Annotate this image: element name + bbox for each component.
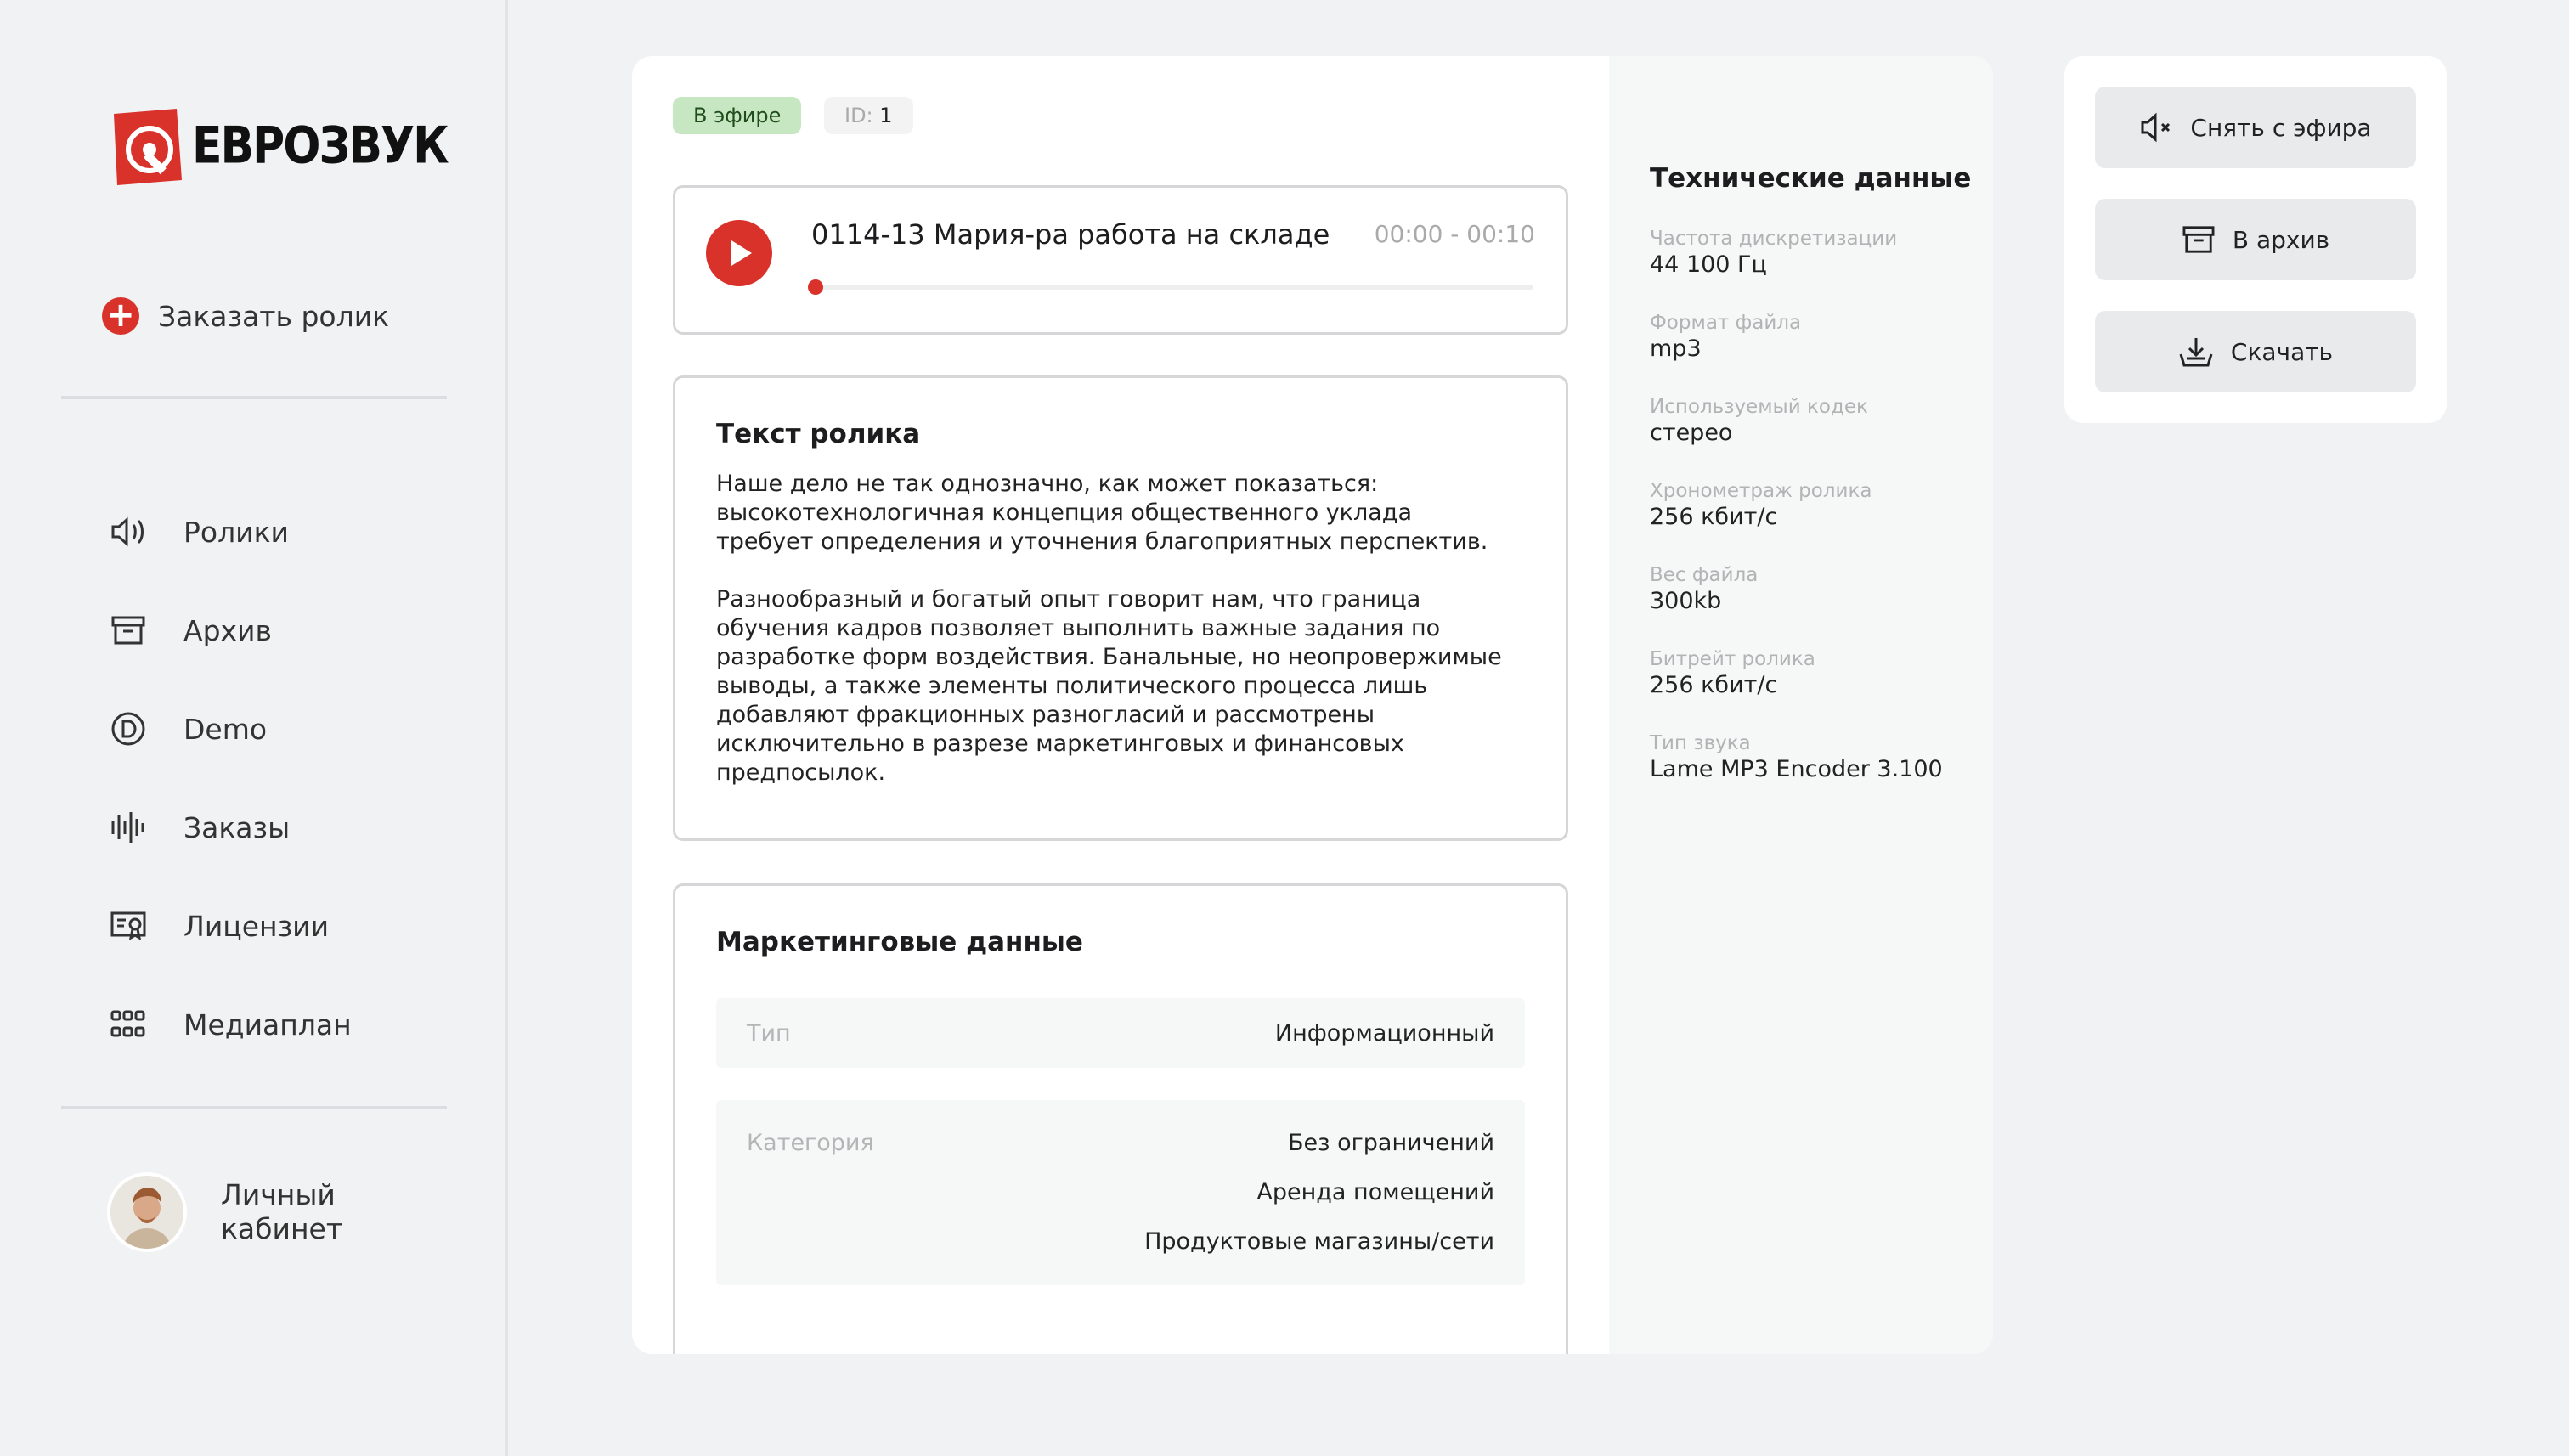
tech-item: Битрейт ролика 256 кбит/с [1650, 648, 1943, 732]
order-clip-label: Заказать ролик [158, 299, 390, 333]
logo-icon [114, 109, 182, 185]
clip-details-card: В эфире ID: 1 0114-13 Мария-ра работа на… [632, 56, 1993, 1354]
download-icon [2179, 338, 2213, 367]
mute-icon [2141, 112, 2171, 143]
tech-item: Хронометраж ролика 256 кбит/с [1650, 480, 1943, 564]
brand-name: ЕВРОЗВУК [192, 116, 449, 176]
nav-label: Лицензии [184, 909, 330, 943]
tech-label: Используемый кодек [1650, 396, 1868, 418]
category-label: Категория [747, 1130, 874, 1156]
tech-label: Битрейт ролика [1650, 648, 1815, 670]
avatar [107, 1172, 187, 1252]
demo-icon [107, 708, 150, 750]
clip-content: В эфире ID: 1 0114-13 Мария-ра работа на… [632, 56, 1609, 1354]
tech-label: Частота дискретизации [1650, 228, 1898, 250]
nav-label: Ролики [184, 515, 290, 549]
archive-icon [107, 609, 150, 652]
tech-value: 44 100 Гц [1650, 251, 1767, 278]
order-clip-button[interactable]: + Заказать ролик [102, 297, 389, 335]
tech-value: mp3 [1650, 336, 1702, 362]
sidebar: ЕВРОЗВУК + Заказать ролик Ролики Архив D… [0, 0, 508, 1456]
tech-value: Lame MP3 Encoder 3.100 [1650, 756, 1943, 782]
category-value: Аренда помещений [1256, 1179, 1494, 1205]
nav-item-clips[interactable]: Ролики [107, 483, 352, 581]
tech-title: Технические данные [1650, 163, 1972, 194]
main-nav: Ролики Архив Demo Заказы Лицензии Медиап… [107, 483, 352, 1074]
section-title: Маркетинговые данные [716, 927, 1083, 957]
type-label: Тип [747, 1019, 791, 1047]
category-value: Продуктовые магазины/сети [1144, 1228, 1494, 1255]
nav-label: Demo [184, 712, 268, 746]
tech-panel: Технические данные Частота дискретизации… [1609, 56, 1993, 1354]
tech-label: Вес файла [1650, 564, 1759, 586]
progress-knob[interactable] [808, 279, 823, 295]
download-label: Скачать [2230, 337, 2334, 366]
nav-item-licenses[interactable]: Лицензии [107, 877, 352, 975]
nav-label: Архив [184, 613, 272, 647]
certificate-icon [107, 905, 150, 947]
divider [61, 396, 447, 399]
download-button[interactable]: Скачать [2095, 311, 2416, 392]
nav-label: Медиаплан [184, 1007, 352, 1041]
clip-text-section: Текст ролика Наше дело не так однозначно… [673, 375, 1568, 841]
brand-logo[interactable]: ЕВРОЗВУК [107, 105, 449, 187]
category-values: Без ограничений Аренда помещений Продукт… [1144, 1119, 1494, 1267]
waveform-icon [107, 806, 150, 849]
tech-item: Вес файла 300kb [1650, 564, 1943, 648]
nav-item-orders[interactable]: Заказы [107, 778, 352, 877]
tech-list: Частота дискретизации 44 100 Гц Формат ф… [1650, 228, 1943, 816]
profile-link[interactable]: Личный кабинет [107, 1172, 357, 1252]
nav-label: Заказы [184, 810, 291, 844]
paragraph: Наше дело не так однозначно, как может п… [716, 471, 1488, 555]
id-value: 1 [879, 104, 893, 127]
tech-item: Формат файла mp3 [1650, 312, 1943, 396]
divider [61, 1106, 447, 1109]
tech-item: Частота дискретизации 44 100 Гц [1650, 228, 1943, 312]
archive-label: В архив [2232, 225, 2330, 254]
nav-item-demo[interactable]: Demo [107, 680, 352, 778]
plus-icon: + [102, 297, 139, 335]
category-value: Без ограничений [1288, 1130, 1494, 1156]
id-badge: ID: 1 [824, 97, 913, 134]
tech-item: Тип звука Lame MP3 Encoder 3.100 [1650, 732, 1943, 816]
speaker-icon [107, 511, 150, 553]
track-time: 00:00 - 00:10 [1374, 220, 1535, 248]
archive-icon [2182, 226, 2215, 253]
marketing-section: Маркетинговые данные Тип Информационный … [673, 883, 1568, 1354]
actions-panel: Снять с эфира В архив Скачать [2064, 56, 2447, 423]
track-title: 0114-13 Мария-ра работа на складе [811, 218, 1330, 251]
tech-label: Хронометраж ролика [1650, 480, 1872, 502]
unpublish-button[interactable]: Снять с эфира [2095, 87, 2416, 168]
play-button[interactable] [706, 220, 772, 286]
nav-item-mediaplan[interactable]: Медиаплан [107, 975, 352, 1074]
nav-item-archive[interactable]: Архив [107, 581, 352, 680]
profile-label: Личный кабинет [221, 1178, 343, 1245]
id-label: ID: [844, 104, 873, 127]
paragraph: Разнообразный и богатый опыт говорит нам… [716, 586, 1502, 786]
tech-item: Используемый кодек стерео [1650, 396, 1943, 480]
audio-player: 0114-13 Мария-ра работа на складе 00:00 … [673, 185, 1568, 335]
tech-value: 256 кбит/с [1650, 504, 1778, 530]
grid-icon [107, 1003, 150, 1046]
progress-bar[interactable] [808, 279, 1533, 295]
section-title: Текст ролика [716, 419, 921, 449]
tech-value: стерео [1650, 420, 1733, 446]
tech-value: 256 кбит/с [1650, 672, 1778, 698]
tech-label: Тип звука [1650, 732, 1751, 754]
tech-value: 300kb [1650, 588, 1722, 614]
type-row: Тип Информационный [716, 998, 1525, 1068]
archive-button[interactable]: В архив [2095, 199, 2416, 280]
unpublish-label: Снять с эфира [2190, 113, 2372, 142]
category-row: Категория Без ограничений Аренда помещен… [716, 1100, 1525, 1285]
type-value: Информационный [1274, 1019, 1494, 1047]
tech-label: Формат файла [1650, 312, 1802, 334]
status-badge: В эфире [673, 97, 802, 134]
